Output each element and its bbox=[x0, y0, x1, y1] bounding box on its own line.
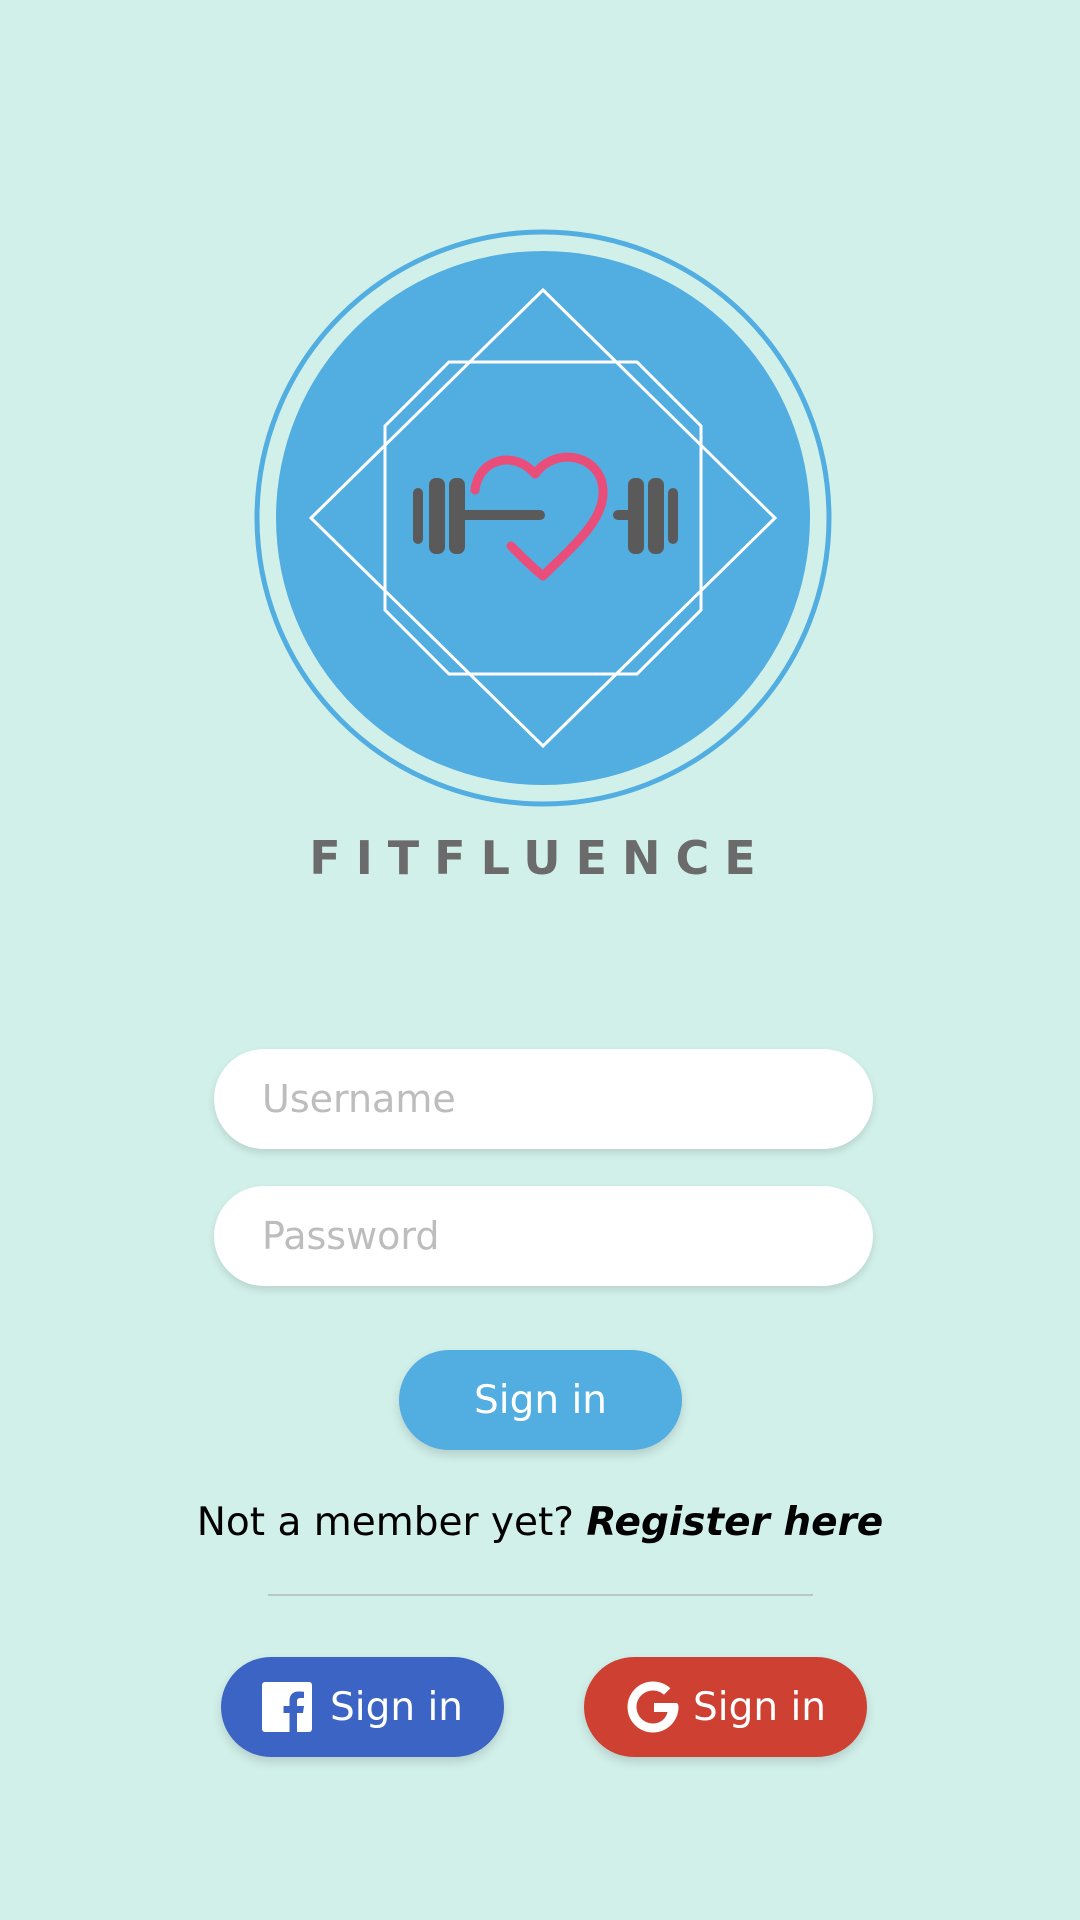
divider bbox=[268, 1594, 813, 1596]
register-prompt-text: Not a member yet? bbox=[196, 1500, 574, 1545]
app-brand-name: FITFLUENCE bbox=[309, 831, 771, 885]
register-link[interactable]: Register here bbox=[586, 1500, 883, 1545]
register-prompt: Not a member yet? Register here bbox=[0, 1500, 1080, 1545]
app-logo bbox=[253, 228, 833, 808]
dumbbell-heart-logo-icon bbox=[254, 229, 832, 807]
google-sign-in-label: Sign in bbox=[692, 1684, 826, 1730]
sign-in-button-label: Sign in bbox=[473, 1377, 607, 1423]
username-input[interactable] bbox=[260, 1076, 827, 1122]
password-input[interactable] bbox=[260, 1213, 827, 1259]
facebook-sign-in-label: Sign in bbox=[329, 1684, 463, 1730]
facebook-icon bbox=[261, 1682, 312, 1732]
username-field-container bbox=[214, 1049, 873, 1149]
google-icon bbox=[625, 1679, 681, 1735]
password-field-container bbox=[214, 1186, 873, 1286]
sign-in-button[interactable]: Sign in bbox=[399, 1350, 682, 1450]
facebook-sign-in-button[interactable]: Sign in bbox=[221, 1657, 504, 1757]
google-sign-in-button[interactable]: Sign in bbox=[584, 1657, 867, 1757]
